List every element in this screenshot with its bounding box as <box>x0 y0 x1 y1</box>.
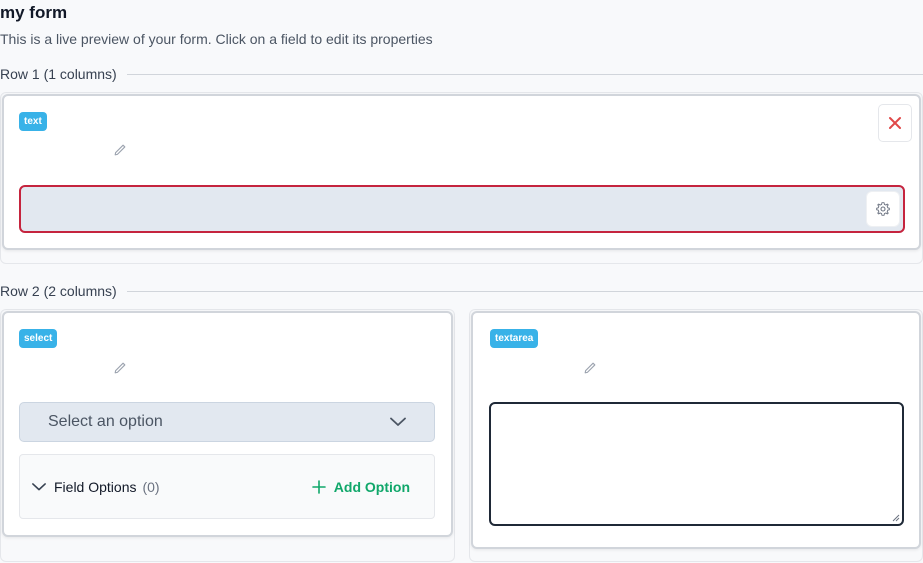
select-field-card[interactable]: select Select an option Field Options (0… <box>2 311 453 537</box>
delete-field-button[interactable] <box>878 104 912 142</box>
row-1-label: Row 1 (1 columns) <box>0 66 117 82</box>
field-options-count: (0) <box>142 478 160 495</box>
row-1-header: Row 1 (1 columns) <box>0 66 923 82</box>
text-field-card[interactable]: text <box>2 94 921 250</box>
select-value: Select an option <box>48 413 163 430</box>
select-dropdown[interactable]: Select an option <box>19 402 435 442</box>
pencil-icon[interactable] <box>583 361 597 375</box>
text-input[interactable] <box>19 185 905 233</box>
textarea-field-card[interactable]: textarea <box>471 311 921 549</box>
form-title: my form <box>0 3 68 22</box>
field-options-toggle[interactable] <box>32 482 46 492</box>
add-option-label: Add Option <box>333 478 410 495</box>
pencil-icon[interactable] <box>113 143 127 157</box>
plus-icon <box>311 479 326 494</box>
field-settings-button[interactable] <box>867 192 899 226</box>
textarea-input[interactable] <box>489 402 904 526</box>
row-1-divider <box>126 73 923 75</box>
pencil-icon[interactable] <box>113 361 127 375</box>
resize-grip-icon[interactable] <box>892 514 900 522</box>
row-2-divider <box>126 290 923 292</box>
row-2-header: Row 2 (2 columns) <box>0 283 923 299</box>
close-icon <box>889 117 901 129</box>
field-options-label: Field Options <box>54 478 137 495</box>
field-options-panel: Field Options (0) Add Option <box>19 454 435 519</box>
form-subtitle: This is a live preview of your form. Cli… <box>0 31 433 47</box>
add-option-button[interactable]: Add Option <box>311 478 410 495</box>
field-type-badge-textarea: textarea <box>490 329 539 348</box>
chevron-down-icon <box>32 482 46 490</box>
chevron-down-icon <box>390 417 406 427</box>
row-2-label: Row 2 (2 columns) <box>0 283 117 299</box>
gear-icon <box>876 202 890 216</box>
field-type-badge-text: text <box>19 112 47 131</box>
field-type-badge-select: select <box>19 329 58 348</box>
